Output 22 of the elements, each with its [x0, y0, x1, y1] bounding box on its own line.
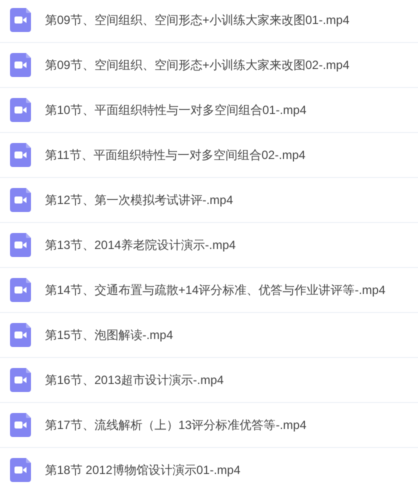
video-file-icon [10, 53, 31, 77]
file-name[interactable]: 第16节、2013超市设计演示-.mp4 [45, 372, 224, 388]
file-name[interactable]: 第14节、交通布置与疏散+14评分标准、优答与作业讲评等-.mp4 [45, 282, 386, 298]
video-file-icon [10, 8, 31, 32]
video-file-icon [10, 323, 31, 347]
file-name[interactable]: 第18节 2012博物馆设计演示01-.mp4 [45, 462, 240, 478]
file-name[interactable]: 第17节、流线解析（上）13评分标准优答等-.mp4 [45, 416, 306, 434]
file-name[interactable]: 第09节、空间组织、空间形态+小训练大家来改图01-.mp4 [45, 12, 350, 28]
file-name[interactable]: 第15节、泡图解读-.mp4 [45, 326, 174, 344]
video-file-icon [10, 413, 31, 437]
file-name[interactable]: 第12节、第一次模拟考试讲评-.mp4 [45, 192, 234, 208]
video-file-icon [10, 458, 31, 482]
file-name[interactable]: 第10节、平面组织特性与一对多空间组合01-.mp4 [45, 102, 306, 118]
video-file-icon [10, 188, 31, 212]
file-name[interactable]: 第11节、平面组织特性与一对多空间组合02-.mp4 [45, 146, 306, 164]
video-file-icon [10, 233, 31, 257]
video-file-icon [10, 98, 31, 122]
file-name[interactable]: 第13节、2014养老院设计演示-.mp4 [45, 236, 236, 254]
video-file-icon [10, 278, 31, 302]
video-file-icon [10, 143, 31, 167]
file-name[interactable]: 第09节、空间组织、空间形态+小训练大家来改图02-.mp4 [45, 56, 350, 74]
video-file-icon [10, 368, 31, 392]
